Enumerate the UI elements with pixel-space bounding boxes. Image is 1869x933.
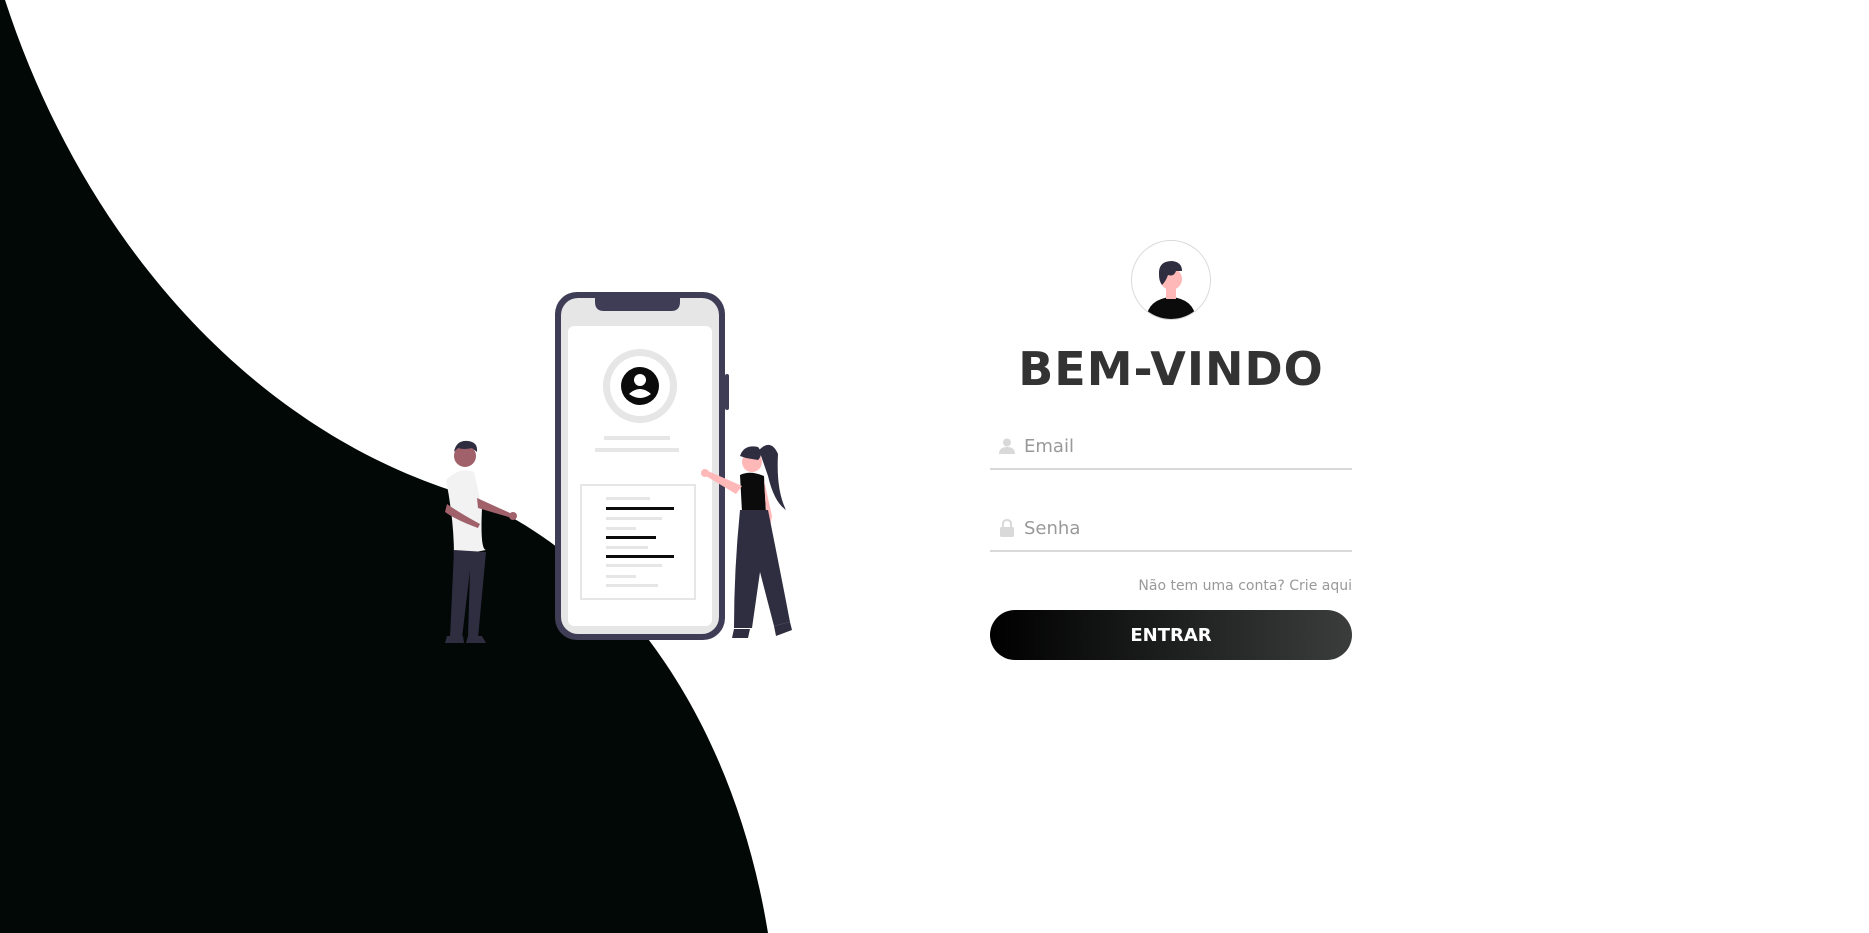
man-illustration bbox=[445, 440, 517, 643]
email-input[interactable] bbox=[1024, 426, 1352, 466]
login-button[interactable]: ENTRAR bbox=[990, 610, 1352, 660]
user-avatar-icon bbox=[1131, 240, 1211, 320]
mobile-login-illustration bbox=[445, 292, 792, 643]
login-form: BEM-VINDO Não tem uma conta? Crie aqui E… bbox=[990, 240, 1352, 660]
user-icon bbox=[990, 438, 1024, 454]
password-input[interactable] bbox=[1024, 508, 1352, 548]
phone-illustration bbox=[555, 292, 729, 640]
password-field-wrapper bbox=[990, 506, 1352, 552]
welcome-title: BEM-VINDO bbox=[1018, 342, 1324, 396]
email-field-wrapper bbox=[990, 424, 1352, 470]
background-wave bbox=[0, 0, 768, 933]
signup-link[interactable]: Não tem uma conta? Crie aqui bbox=[990, 578, 1352, 594]
lock-icon bbox=[990, 519, 1024, 537]
login-page: BEM-VINDO Não tem uma conta? Crie aqui E… bbox=[0, 0, 1869, 933]
